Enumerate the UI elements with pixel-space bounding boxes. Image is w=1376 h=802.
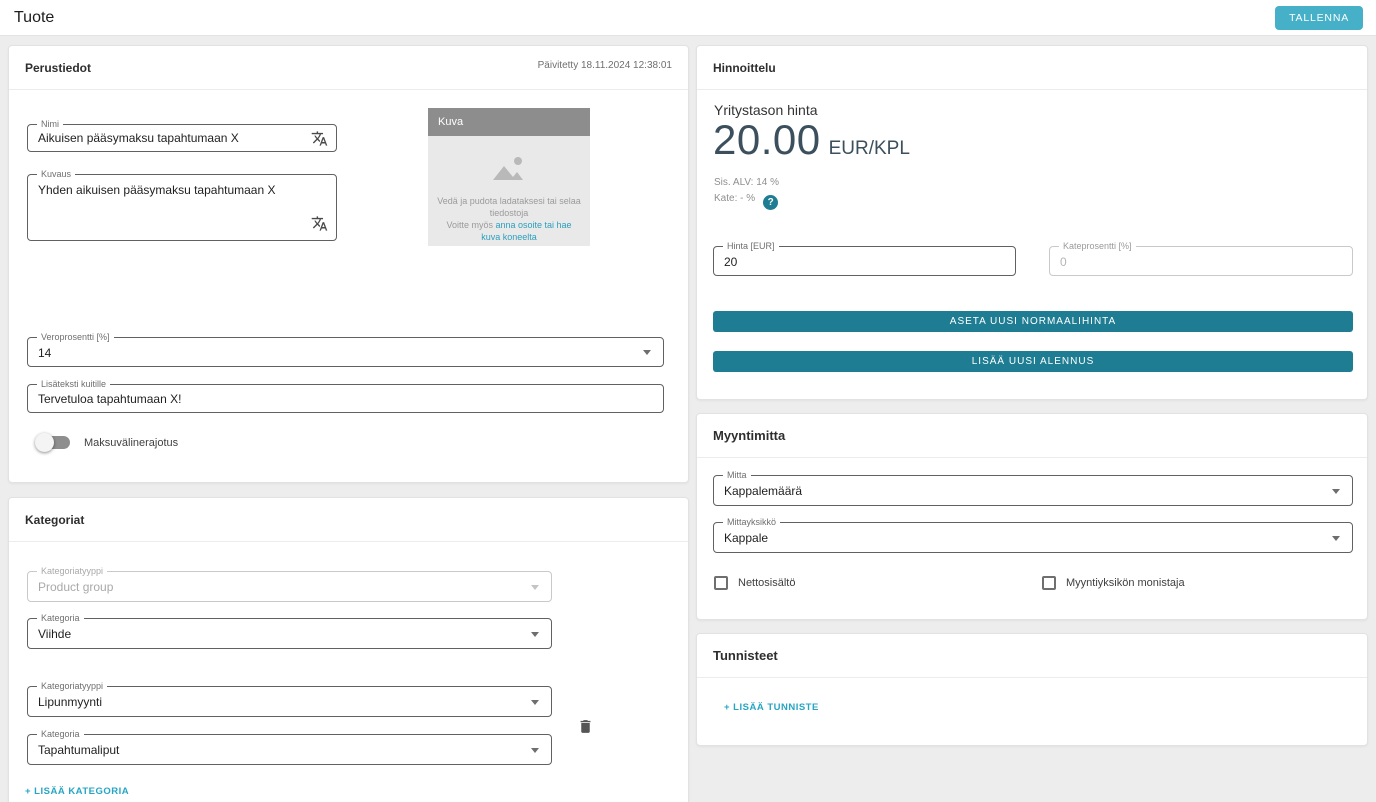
- dropzone-instructions: Vedä ja pudota ladataksesi tai selaa tie…: [428, 189, 590, 243]
- dropdown-caret-icon: [1332, 489, 1340, 494]
- main-content: Perustiedot Päivitetty 18.11.2024 12:38:…: [0, 36, 1376, 802]
- toggle-thumb: [35, 433, 54, 452]
- dropzone-alt-prefix: Voitte myös: [446, 220, 495, 230]
- vat-line: Sis. ALV: 14 %: [714, 177, 779, 188]
- tax-percent-value: 14: [38, 346, 637, 360]
- margin-percent-input[interactable]: [1060, 255, 1330, 269]
- image-uploader[interactable]: Kuva Vedä ja pudota ladataksesi tai sela…: [428, 108, 590, 246]
- unit-label: Mittayksikkö: [723, 517, 780, 528]
- add-discount-button[interactable]: LISÄÄ UUSI ALENNUS: [713, 351, 1353, 372]
- price-field: Hinta [EUR]: [713, 246, 1016, 276]
- dropdown-caret-icon: [531, 632, 539, 637]
- category-label-2: Kategoria: [37, 729, 84, 740]
- categories-card: Kategoriat Kategoriatyyppi Product group…: [8, 497, 689, 802]
- receipt-text-label: Lisäteksti kuitille: [37, 379, 110, 390]
- translate-icon: [311, 215, 328, 232]
- tax-percent-select[interactable]: Veroprosentti [%] 14: [27, 337, 664, 367]
- dropzone-text: Vedä ja pudota ladataksesi tai selaa tie…: [437, 196, 581, 218]
- category-select-2[interactable]: Kategoria Tapahtumaliput: [27, 734, 552, 765]
- category-type-label-2: Kategoriatyyppi: [37, 681, 107, 692]
- image-placeholder-icon: [489, 154, 529, 184]
- tags-title: Tunnisteet: [713, 648, 778, 663]
- net-content-checkbox-row[interactable]: Nettosisältö: [714, 576, 795, 590]
- dropdown-caret-icon: [1332, 536, 1340, 541]
- categories-card-header: Kategoriat: [9, 498, 688, 542]
- price-unit: EUR/KPL: [829, 138, 910, 159]
- category-type-value-2: Lipunmyynti: [38, 695, 525, 709]
- trash-icon: [577, 718, 594, 735]
- pricing-title: Hinnoittelu: [713, 61, 776, 75]
- sales-measure-card: Myyntimitta Mitta Kappalemäärä Mittayksi…: [696, 413, 1368, 620]
- basic-info-card: Perustiedot Päivitetty 18.11.2024 12:38:…: [8, 45, 689, 483]
- sales-measure-title: Myyntimitta: [713, 428, 785, 443]
- image-dropzone[interactable]: Vedä ja pudota ladataksesi tai selaa tie…: [428, 136, 590, 246]
- receipt-text-input[interactable]: [38, 392, 638, 406]
- top-bar: Tuote TALLENNA: [0, 0, 1376, 36]
- receipt-text-field: Lisäteksti kuitille: [27, 384, 664, 413]
- delete-category-button[interactable]: [575, 716, 596, 737]
- tags-card: Tunnisteet + LISÄÄ TUNNISTE: [696, 633, 1368, 746]
- translate-icon: [311, 130, 328, 147]
- category-select-1[interactable]: Kategoria Viihde: [27, 618, 552, 649]
- description-field-label: Kuvaus: [37, 169, 75, 180]
- category-value-1: Viihde: [38, 627, 525, 641]
- description-field: Kuvaus Yhden aikuisen pääsymaksu tapahtu…: [27, 174, 337, 241]
- help-icon[interactable]: ?: [763, 195, 778, 210]
- dropdown-caret-icon: [643, 350, 651, 355]
- unit-select[interactable]: Mittayksikkö Kappale: [713, 522, 1353, 553]
- sales-measure-card-header: Myyntimitta: [697, 414, 1367, 458]
- price-display: 20.00 EUR/KPL: [713, 116, 910, 164]
- set-normal-price-button[interactable]: ASETA UUSI NORMAALIHINTA: [713, 311, 1353, 332]
- name-input[interactable]: [29, 126, 298, 150]
- category-label-1: Kategoria: [37, 613, 84, 624]
- image-uploader-header: Kuva: [428, 108, 590, 136]
- payment-restriction-label: Maksuvälinerajotus: [84, 437, 178, 449]
- category-type-select-1[interactable]: Kategoriatyyppi Product group: [27, 571, 552, 602]
- dropdown-caret-icon: [531, 700, 539, 705]
- image-url-link[interactable]: anna osoite tai hae kuva koneelta: [481, 220, 571, 242]
- add-category-button[interactable]: + LISÄÄ KATEGORIA: [25, 786, 129, 797]
- pricing-card-header: Hinnoittelu: [697, 46, 1367, 90]
- net-content-label: Nettosisältö: [738, 577, 795, 589]
- right-column: Hinnoittelu Yritystason hinta 20.00EUR/K…: [696, 45, 1368, 746]
- price-field-label: Hinta [EUR]: [723, 241, 779, 252]
- add-tag-button[interactable]: + LISÄÄ TUNNISTE: [724, 702, 819, 713]
- margin-line: Kate: - %?: [714, 193, 778, 210]
- save-button[interactable]: TALLENNA: [1275, 6, 1363, 30]
- payment-restriction-toggle[interactable]: [37, 436, 70, 449]
- updated-timestamp: Päivitetty 18.11.2024 12:38:01: [538, 60, 672, 71]
- category-type-select-2[interactable]: Kategoriatyyppi Lipunmyynti: [27, 686, 552, 717]
- measure-select[interactable]: Mitta Kappalemäärä: [713, 475, 1353, 506]
- price-input[interactable]: [724, 255, 994, 269]
- unit-multiplier-checkbox[interactable]: [1042, 576, 1056, 590]
- margin-percent-field: Kateprosentti [%]: [1049, 246, 1353, 276]
- name-field: Nimi: [27, 124, 337, 152]
- translate-description-button[interactable]: [311, 215, 328, 232]
- unit-multiplier-checkbox-row[interactable]: Myyntiyksikön monistaja: [1042, 576, 1185, 590]
- margin-text: Kate: - %: [714, 193, 755, 204]
- basic-info-card-header: Perustiedot Päivitetty 18.11.2024 12:38:…: [9, 46, 688, 90]
- translate-name-button[interactable]: [311, 130, 328, 147]
- payment-restriction-row: Maksuvälinerajotus: [37, 436, 178, 449]
- unit-multiplier-label: Myyntiyksikön monistaja: [1066, 577, 1185, 589]
- tax-percent-label: Veroprosentti [%]: [37, 332, 114, 343]
- description-input[interactable]: Yhden aikuisen pääsymaksu tapahtumaan X: [38, 183, 318, 213]
- measure-label: Mitta: [723, 470, 751, 481]
- categories-title: Kategoriat: [25, 513, 84, 527]
- category-value-2: Tapahtumaliput: [38, 743, 525, 757]
- dropdown-caret-icon: [531, 585, 539, 590]
- page-title: Tuote: [14, 9, 54, 27]
- measure-value: Kappalemäärä: [724, 484, 1326, 498]
- margin-percent-label: Kateprosentti [%]: [1059, 241, 1136, 252]
- dropdown-caret-icon: [531, 748, 539, 753]
- price-value: 20.00: [713, 116, 821, 163]
- category-type-value-1: Product group: [38, 580, 525, 594]
- net-content-checkbox[interactable]: [714, 576, 728, 590]
- pricing-card: Hinnoittelu Yritystason hinta 20.00EUR/K…: [696, 45, 1368, 400]
- tags-card-header: Tunnisteet: [697, 634, 1367, 678]
- unit-value: Kappale: [724, 531, 1326, 545]
- category-type-label-1: Kategoriatyyppi: [37, 566, 107, 577]
- left-column: Perustiedot Päivitetty 18.11.2024 12:38:…: [8, 45, 689, 802]
- basic-info-title: Perustiedot: [25, 61, 91, 75]
